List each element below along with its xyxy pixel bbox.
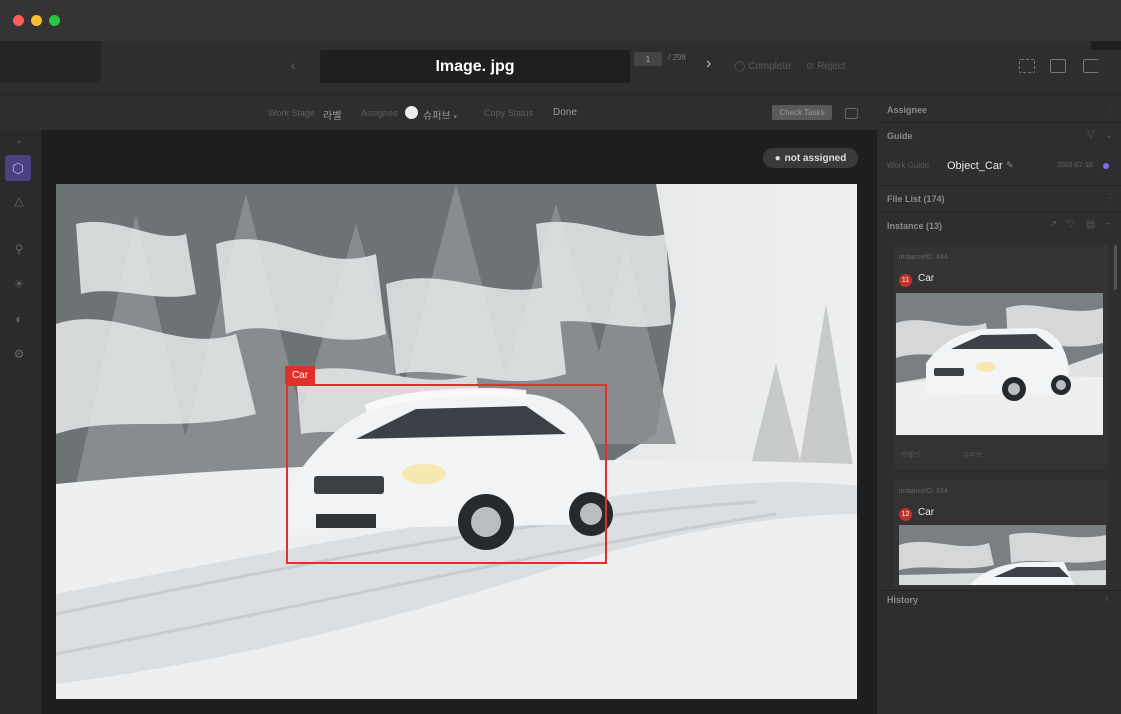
complete-button[interactable]: ◯ Complete <box>734 61 791 72</box>
check-circle-icon: ◯ <box>734 61 748 72</box>
exit-icon[interactable] <box>1083 59 1099 73</box>
more-icon[interactable]: ⋮ <box>1105 104 1115 115</box>
bounding-box-label-text: Car <box>291 369 309 381</box>
toolbar-right-accent <box>1091 41 1121 50</box>
assignee-value: 슈퍼브 <box>423 111 451 122</box>
work-guide-value: Object_Car <box>947 160 1003 172</box>
check-tasks-label: Check Tasks <box>779 108 825 117</box>
bounding-box-label[interactable]: Car <box>285 366 315 384</box>
divider <box>877 590 1121 591</box>
instance-class-name: Car <box>918 273 935 284</box>
instance-class-name: Car <box>918 507 935 518</box>
zoom-icon[interactable]: ⚲ <box>9 242 29 256</box>
history-section-title[interactable]: History <box>887 595 918 605</box>
divider <box>877 185 1121 186</box>
file-name-text: Image. jpg <box>435 57 515 75</box>
work-guide-label: Work Guide <box>887 161 930 170</box>
layers-icon[interactable]: ▤ <box>1086 219 1095 230</box>
divider <box>877 122 1121 123</box>
instance-meta-label: 라벨러 <box>901 452 921 459</box>
tool-rail: ⌄ ⬡ △ ⚲ ☀ ◐ ⚙ <box>0 130 40 610</box>
instance-id: instanceID: 334 <box>899 488 948 495</box>
user-icon: ● <box>774 152 781 164</box>
toolbar-left-panel <box>0 41 101 83</box>
assignee-label: Assignee <box>361 108 399 118</box>
cursor-tool-icon[interactable]: ↗ <box>1049 219 1057 230</box>
instance-number-badge: 12 <box>899 508 912 521</box>
filter-icon[interactable]: ▽ <box>1087 129 1095 140</box>
guide-section-title: Guide <box>887 131 913 141</box>
work-stage-value: 라벨 <box>323 111 342 122</box>
assignee-select[interactable]: 슈퍼브 ▾ <box>423 107 457 122</box>
top-toolbar: ‹ Image. jpg 1 / 298 › ◯ Complete ⊘ Reje… <box>0 41 1121 95</box>
reject-circle-icon: ⊘ <box>806 61 818 72</box>
polygon-tool-icon[interactable]: ⬡ <box>5 155 31 181</box>
next-file-chevron-icon[interactable]: › <box>706 55 711 73</box>
minimize-window-button[interactable] <box>31 15 42 26</box>
fullscreen-icon[interactable] <box>1019 59 1035 73</box>
page-number-input[interactable]: 1 <box>634 52 662 66</box>
check-tasks-button[interactable]: Check Tasks <box>772 105 832 120</box>
chevron-icon[interactable]: › <box>1105 594 1108 605</box>
edit-pencil-icon[interactable]: ✎ <box>1006 160 1014 171</box>
chevron-down-icon: ▾ <box>453 114 457 121</box>
instance-id: instanceID: 444 <box>899 254 948 261</box>
brightness-icon[interactable]: ☀ <box>9 277 29 291</box>
monitor-icon[interactable] <box>1050 59 1066 73</box>
filter-icon[interactable]: ▽ <box>1067 219 1075 230</box>
maximize-window-button[interactable] <box>49 15 60 26</box>
assignee-section-title: Assignee <box>887 105 928 115</box>
file-list-section-title[interactable]: File List (174) <box>887 194 945 204</box>
page-number-value: 1 <box>645 54 651 64</box>
task-info-bar: Work Stage 라벨 Assignee 슈퍼브 ▾ Copy Status… <box>0 95 877 130</box>
car-bounding-box[interactable] <box>286 384 607 564</box>
shapes-tool-icon[interactable]: △ <box>9 194 29 208</box>
reject-label: Reject <box>817 61 846 72</box>
assignee-avatar <box>405 106 418 119</box>
contrast-icon[interactable]: ◐ <box>9 312 29 326</box>
window-title-bar <box>0 0 1121 41</box>
copy-status-label: Copy Status <box>484 108 534 118</box>
reject-button[interactable]: ⊘ Reject <box>806 61 846 72</box>
instance-number-badge: 11 <box>899 274 912 287</box>
complete-label: Complete <box>747 61 791 72</box>
chevron-down-icon[interactable]: ⌄ <box>1105 130 1113 141</box>
assignment-status-text: not assigned <box>784 152 847 164</box>
instance-thumbnail[interactable] <box>899 525 1106 585</box>
instance-thumbnail[interactable] <box>896 293 1103 435</box>
close-window-button[interactable] <box>13 15 24 26</box>
page-total: / 298 <box>668 53 686 62</box>
file-name-display: Image. jpg <box>320 50 630 83</box>
work-stage-label: Work Stage <box>268 108 315 118</box>
status-value: Done <box>553 107 577 118</box>
instance-card[interactable]: instanceID: 444 11 Car 라벨러 슈퍼브 <box>893 245 1108 470</box>
guide-date: 2022-07-18 <box>1057 162 1093 169</box>
assignment-status-badge: ● not assigned <box>763 148 858 168</box>
status-dot-icon <box>1103 163 1109 169</box>
divider <box>877 211 1121 212</box>
instance-card[interactable]: instanceID: 334 12 Car <box>893 479 1108 589</box>
collapse-icon[interactable]: − <box>1105 219 1111 230</box>
instance-meta-value: 슈퍼브 <box>963 452 983 459</box>
settings-gear-icon[interactable]: ⚙ <box>9 347 29 361</box>
right-side-panel: Assignee ⋮ Guide ▽ ⌄ Work Guide Object_C… <box>877 95 1121 714</box>
collapse-chevron-icon[interactable]: ⌄ <box>9 135 29 146</box>
instance-section-title: Instance (13) <box>887 221 943 231</box>
comment-icon[interactable] <box>845 108 858 119</box>
prev-file-chevron-icon[interactable]: ‹ <box>291 57 296 73</box>
instance-list-scrollbar[interactable] <box>1114 245 1117 290</box>
more-icon[interactable]: ⋮ <box>1105 193 1115 204</box>
